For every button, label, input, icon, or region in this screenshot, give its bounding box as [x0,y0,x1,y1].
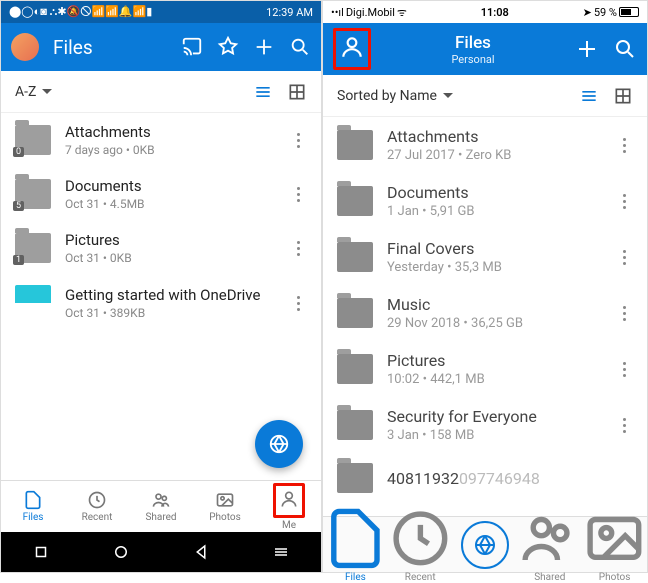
folder-icon [337,410,373,440]
aperture-icon [268,433,290,455]
tab-shared[interactable]: Shared [517,506,582,583]
folder-icon: 0 [15,125,51,155]
more-icon[interactable] [615,418,633,433]
profile-button[interactable] [333,28,371,70]
view-grid-icon[interactable] [287,82,307,102]
app-header: Files [1,23,321,71]
location-icon: ➤ [583,6,592,19]
list-item[interactable]: Documents1 Jan • 5,91 GB [323,173,647,229]
tab-me[interactable]: Me [257,481,321,532]
tab-files[interactable]: Files [1,481,65,532]
wifi-icon: ᯤ [397,5,407,20]
chevron-down-icon [42,89,52,94]
tab-camera[interactable] [453,521,518,569]
avatar[interactable] [11,33,39,61]
more-icon[interactable] [615,250,633,265]
list-item[interactable]: 5DocumentsOct 31 • 4.5MB [1,167,321,221]
more-icon[interactable] [289,241,307,256]
file-thumbnail [15,285,51,321]
folder-icon [337,242,373,272]
status-icons: ⬤◯◐◙ ⛬✱🔕🛇📶📶🔔📶▮ [9,3,152,22]
header-title: Files [371,33,575,53]
list-item[interactable]: Security for Everyone3 Jan • 158 MB [323,397,647,453]
header-subtitle: Personal [371,53,575,66]
more-icon[interactable] [289,296,307,311]
folder-icon [337,186,373,216]
aperture-icon [473,533,497,557]
file-list: Attachments27 Jul 2017 • Zero KB Documen… [323,117,647,516]
list-item[interactable]: 1PicturesOct 31 • 0KB [1,221,321,275]
bottom-nav: Files Recent Shared Photos Me [1,480,321,532]
tab-files[interactable]: Files [323,506,388,583]
more-icon[interactable] [615,138,633,153]
status-time: 12:39 AM [266,6,313,19]
more-icon[interactable] [615,306,633,321]
list-item[interactable]: Getting started with OneDriveOct 31 • 38… [1,275,321,331]
android-nav-bar [1,532,321,572]
cast-icon[interactable] [181,36,203,58]
add-icon[interactable] [575,37,599,61]
folder-icon [337,130,373,160]
sort-button[interactable]: Sorted by Name [337,88,453,104]
more-icon[interactable] [289,187,307,202]
list-item[interactable]: 40811932097746948 [323,453,647,503]
sort-bar: A-Z [1,71,321,113]
status-bar: ••ıl Digi.Mobil ᯤ 11:08 ➤ 59 % [323,1,647,23]
chevron-down-icon [443,93,453,98]
home-button[interactable] [112,543,130,561]
list-item[interactable]: Final CoversYesterday • 35,3 MB [323,229,647,285]
list-item[interactable]: Attachments27 Jul 2017 • Zero KB [323,117,647,173]
more-icon[interactable] [615,362,633,377]
list-item[interactable]: Music29 Nov 2018 • 36,25 GB [323,285,647,341]
tab-photos[interactable]: Photos [193,481,257,532]
tab-recent[interactable]: Recent [65,481,129,532]
signal-icon: ••ıl [331,6,344,19]
sort-button[interactable]: A-Z [15,84,52,100]
menu-button[interactable] [272,543,290,561]
tab-photos[interactable]: Photos [582,506,647,583]
status-time: 11:08 [481,6,509,19]
view-grid-icon[interactable] [613,86,633,106]
person-icon [339,34,365,60]
more-icon[interactable] [289,133,307,148]
camera-fab[interactable] [255,420,303,468]
view-list-icon[interactable] [579,86,599,106]
add-icon[interactable] [253,36,275,58]
list-item[interactable]: 0Attachments7 days ago • 0KB [1,113,321,167]
premium-icon[interactable] [217,36,239,58]
bottom-nav: Files Recent Shared Photos [323,516,647,572]
folder-icon [337,298,373,328]
sort-bar: Sorted by Name [323,75,647,117]
tab-shared[interactable]: Shared [129,481,193,532]
folder-icon [337,463,373,493]
back-button[interactable] [192,543,210,561]
folder-icon: 1 [15,233,51,263]
recents-button[interactable] [32,543,50,561]
more-icon[interactable] [615,194,633,209]
search-icon[interactable] [289,36,311,58]
folder-icon [337,354,373,384]
list-item[interactable]: Pictures10:02 • 442,1 MB [323,341,647,397]
search-icon[interactable] [613,37,637,61]
folder-icon: 5 [15,179,51,209]
header-title: Files [53,36,93,59]
status-bar: ⬤◯◐◙ ⛬✱🔕🛇📶📶🔔📶▮ 12:39 AM [1,1,321,23]
android-screen: ⬤◯◐◙ ⛬✱🔕🛇📶📶🔔📶▮ 12:39 AM Files A-Z 0Attac… [0,0,322,573]
tab-recent[interactable]: Recent [388,506,453,583]
battery-icon [619,7,639,17]
ios-screen: ••ıl Digi.Mobil ᯤ 11:08 ➤ 59 % FilesPers… [322,0,648,573]
view-list-icon[interactable] [253,82,273,102]
app-header: FilesPersonal [323,23,647,75]
